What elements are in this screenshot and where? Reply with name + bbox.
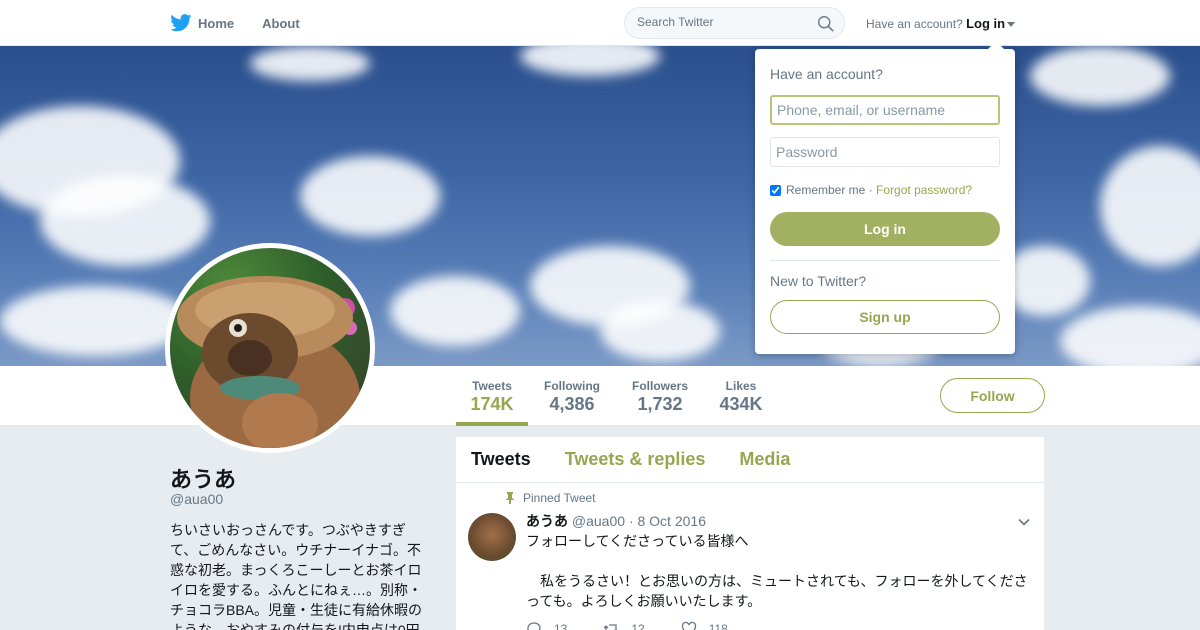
stat-value: 434K <box>719 394 763 414</box>
like-count: 118 <box>708 622 728 630</box>
separator-dot: · <box>868 183 873 197</box>
profile-name[interactable]: あうあ <box>170 462 236 494</box>
new-to-twitter-text: New to Twitter? <box>770 273 867 289</box>
twitter-bird-icon <box>170 14 192 32</box>
timeline-tabs: Tweets Tweets & replies Media <box>456 437 1044 483</box>
tanuki-figurine-image <box>177 276 360 448</box>
stat-value: 174K <box>470 394 514 414</box>
tab-tweets-replies[interactable]: Tweets & replies <box>565 449 706 470</box>
stat-label: Followers <box>631 379 688 393</box>
signup-button[interactable]: Sign up <box>770 300 1000 334</box>
reply-action[interactable]: 13 <box>526 621 567 630</box>
top-navigation: Home About Have an account? Log in <box>0 0 1200 46</box>
tweet-avatar[interactable] <box>468 513 516 561</box>
like-action[interactable]: 118 <box>681 621 728 630</box>
remember-label[interactable]: Remember me <box>786 183 865 197</box>
retweet-action[interactable]: 12 <box>603 621 645 630</box>
reply-count: 13 <box>554 622 568 630</box>
stat-following[interactable]: Following 4,386 <box>538 366 606 426</box>
forgot-password-link[interactable]: Forgot password? <box>876 183 972 197</box>
stat-label: Following <box>544 379 600 393</box>
remember-checkbox[interactable] <box>770 184 781 196</box>
chevron-down-icon[interactable] <box>1017 515 1031 529</box>
tweet-header: あうあ @aua00 · 8 Oct 2016 <box>526 511 706 531</box>
search-box <box>624 7 845 39</box>
password-field[interactable] <box>770 137 1000 167</box>
tweet-text: フォローしてくださっている皆様へ 私をうるさい！とお思いの方は、ミュートされても… <box>526 533 1028 609</box>
stat-followers[interactable]: Followers 1,732 <box>626 366 694 426</box>
tweet-actions: 13 12 118 <box>526 621 764 630</box>
stat-label: Tweets <box>472 379 512 393</box>
search-icon[interactable] <box>817 15 834 32</box>
tweet-handle[interactable]: @aua00 <box>572 513 625 529</box>
login-link[interactable]: Log in <box>966 16 1005 31</box>
tab-media[interactable]: Media <box>739 449 790 470</box>
login-dropdown: Have an account? Remember me · Forgot pa… <box>755 41 1015 354</box>
stat-tweets[interactable]: Tweets 174K <box>456 366 528 426</box>
tweet-date[interactable]: · 8 Oct 2016 <box>629 513 706 529</box>
username-field[interactable] <box>770 95 1000 125</box>
pin-icon <box>506 492 514 504</box>
nav-left: Home About <box>170 0 328 46</box>
pinned-indicator: Pinned Tweet <box>504 491 596 505</box>
stat-label: Likes <box>725 379 757 393</box>
nav-about[interactable]: About <box>262 16 300 31</box>
nav-home-label: Home <box>198 15 235 31</box>
profile-avatar[interactable] <box>165 243 375 453</box>
stat-value: 1,732 <box>637 394 683 414</box>
tweet-author[interactable]: あうあ <box>526 513 568 529</box>
profile-bio: ちいさいおっさんです。つぶやきすぎて、ごめんなさい。ウチナーイナゴ。不惑な初老。… <box>170 522 423 630</box>
remember-row: Remember me · Forgot password? <box>770 183 972 197</box>
caret-down-icon <box>1007 22 1016 28</box>
timeline: Tweets Tweets & replies Media Pinned Twe… <box>456 437 1044 630</box>
stat-likes[interactable]: Likes 434K <box>712 366 770 426</box>
heart-icon <box>681 621 696 630</box>
login-title: Have an account? <box>770 66 883 82</box>
nav-home[interactable]: Home <box>170 14 234 32</box>
divider <box>770 260 1000 261</box>
avatar-image <box>170 248 370 448</box>
reply-icon <box>527 622 541 630</box>
tab-tweets[interactable]: Tweets <box>471 449 531 470</box>
search-input[interactable] <box>637 15 807 29</box>
account-prompt: Have an account? <box>866 17 963 31</box>
login-button[interactable]: Log in <box>770 212 1000 246</box>
account-login-toggle[interactable]: Have an account? Log in <box>866 16 1016 31</box>
stat-value: 4,386 <box>549 394 595 414</box>
profile-handle[interactable]: @aua00 <box>170 491 223 507</box>
retweet-icon <box>603 624 619 630</box>
pinned-label: Pinned Tweet <box>523 491 596 505</box>
follow-button[interactable]: Follow <box>940 378 1045 413</box>
retweet-count: 12 <box>631 622 645 630</box>
